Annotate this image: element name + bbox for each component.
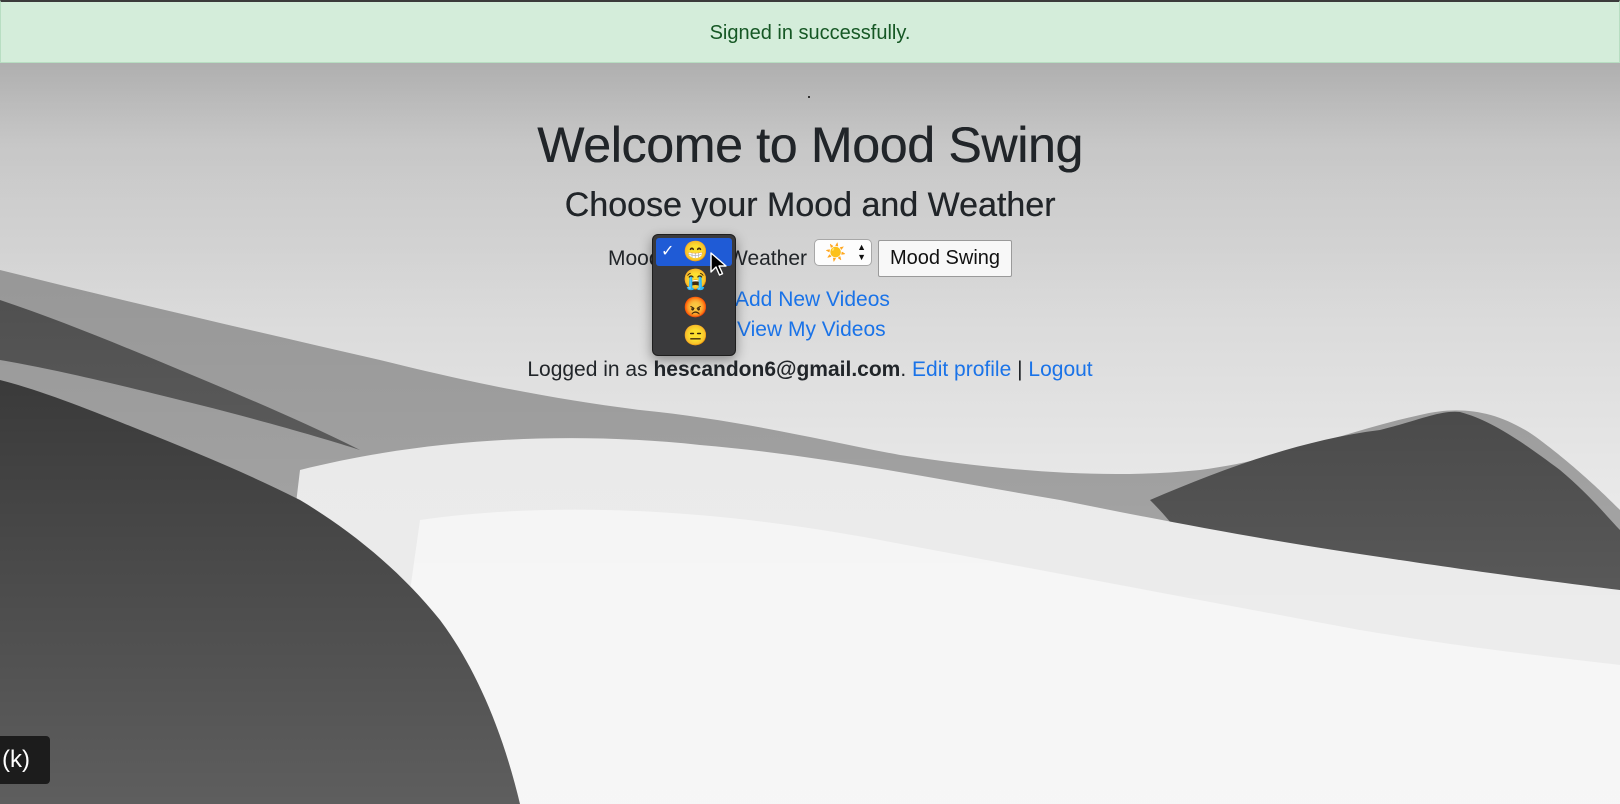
- flash-success-banner: Signed in successfully.: [0, 0, 1620, 63]
- mood-option-emoji: 😭: [683, 269, 708, 291]
- page-title: Welcome to Mood Swing: [537, 117, 1083, 173]
- link-separator: |: [1017, 358, 1023, 381]
- mood-option-expressionless[interactable]: 😑: [656, 322, 732, 350]
- login-status: Logged in as hescandon6@gmail.com. Edit …: [0, 358, 1620, 382]
- check-icon: ✓: [661, 243, 675, 260]
- page-subtitle: Choose your Mood and Weather: [564, 186, 1056, 224]
- view-my-videos-link[interactable]: View My Videos: [737, 318, 886, 342]
- mood-option-emoji: 😑: [683, 325, 708, 347]
- weather-select[interactable]: ☀️ ▲ ▼: [814, 239, 872, 266]
- select-stepper-icon: ▲ ▼: [857, 242, 866, 262]
- mood-option-emoji: 😁: [683, 241, 708, 263]
- add-new-videos-link[interactable]: Add New Videos: [735, 288, 890, 312]
- separator-dot: [808, 96, 810, 98]
- weather-selected-value: ☀️: [825, 243, 847, 262]
- mouse-pointer-icon: [710, 252, 727, 276]
- login-prefix: Logged in as: [527, 358, 648, 381]
- mood-swing-submit-button[interactable]: Mood Swing: [878, 240, 1012, 277]
- edit-profile-link[interactable]: Edit profile: [912, 358, 1011, 381]
- mood-option-angry[interactable]: 😡: [656, 294, 732, 322]
- user-email: hescandon6@gmail.com: [653, 358, 901, 381]
- mood-option-emoji: 😡: [683, 297, 708, 319]
- status-period: .: [900, 358, 907, 381]
- shortcut-badge: (k): [0, 736, 50, 784]
- flash-message: Signed in successfully.: [709, 22, 911, 44]
- logout-link[interactable]: Logout: [1028, 358, 1092, 381]
- weather-label: Weather: [728, 247, 807, 270]
